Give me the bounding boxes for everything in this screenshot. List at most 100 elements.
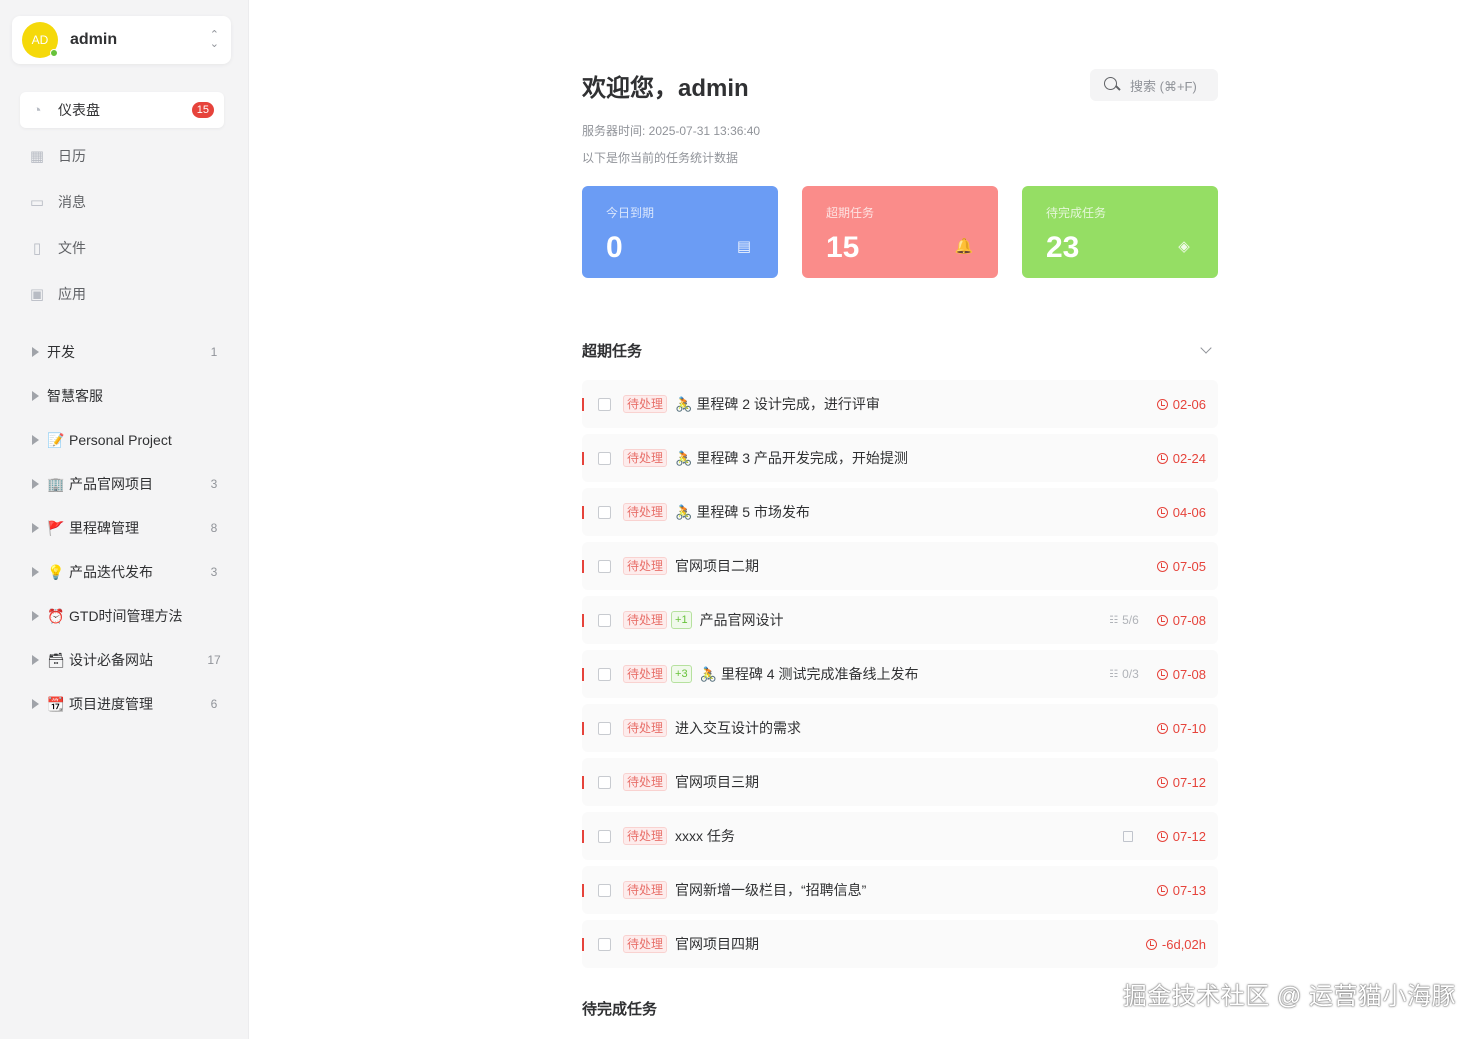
task-title[interactable]: xxxx 任务 [675, 826, 1123, 846]
search-button[interactable]: 搜索 (⌘+F) [1090, 69, 1218, 101]
apps-icon: ▣ [29, 286, 45, 303]
nav-item-0[interactable]: ◔ 仪表盘 15 [20, 92, 224, 128]
avatar: AD [22, 22, 58, 58]
project-item[interactable]: 🏢 产品官网项目 3 [28, 462, 224, 506]
task-title[interactable]: 🚴 里程碑 3 产品开发完成，开始提测 [675, 448, 1157, 468]
task-title[interactable]: 进入交互设计的需求 [675, 718, 1157, 738]
nav-item-3[interactable]: ▯ 文件 [20, 230, 224, 266]
task-title[interactable]: 🚴 里程碑 5 市场发布 [675, 502, 1157, 522]
status-tag: 待处理 [623, 881, 668, 899]
status-tag: 待处理 [623, 935, 668, 953]
avatar-initials: AD [31, 33, 49, 47]
caret-right-icon[interactable] [32, 479, 39, 489]
task-title[interactable]: 官网新增一级栏目，“招聘信息” [675, 880, 1157, 900]
task-row[interactable]: 待处理 进入交互设计的需求 07-10 [582, 704, 1218, 752]
task-row[interactable]: 待处理 🚴 里程碑 5 市场发布 04-06 [582, 488, 1218, 536]
task-checkbox[interactable] [598, 667, 611, 681]
task-row[interactable]: 待处理 官网项目二期 07-05 [582, 542, 1218, 590]
task-checkbox[interactable] [598, 451, 611, 465]
task-row[interactable]: 待处理 🚴 里程碑 3 产品开发完成，开始提测 02-24 [582, 434, 1218, 482]
stat-card[interactable]: 超期任务 15 🔔 [802, 186, 998, 278]
priority-marker [582, 721, 584, 735]
task-row[interactable]: 待处理 +3 🚴 里程碑 4 测试完成准备线上发布 ☷ 0/3 07-08 [582, 650, 1218, 698]
project-item[interactable]: 🚩 里程碑管理 8 [28, 506, 224, 550]
clock-icon [1156, 398, 1168, 410]
dashboard-main: 欢迎您，admin 搜索 (⌘+F) 服务器时间: 2025-07-31 13:… [582, 68, 1218, 1019]
task-row[interactable]: 待处理 🚴 里程碑 2 设计完成，进行评审 02-06 [582, 380, 1218, 428]
project-item[interactable]: 📝 Personal Project [28, 418, 224, 462]
layers-icon: ◈ [1178, 238, 1190, 255]
project-item[interactable]: 🗃 设计必备网站 17 [28, 638, 224, 682]
stat-card[interactable]: 今日到期 0 ▤ [582, 186, 778, 278]
project-emoji-icon: 📆 [47, 695, 65, 712]
task-checkbox[interactable] [598, 505, 611, 519]
project-label: 项目进度管理 [69, 696, 153, 712]
task-row[interactable]: 待处理 官网新增一级栏目，“招聘信息” 07-13 [582, 866, 1218, 914]
project-item[interactable]: 💡 产品迭代发布 3 [28, 550, 224, 594]
project-item[interactable]: 开发 1 [28, 330, 224, 374]
priority-marker [582, 559, 584, 573]
task-title-text: 里程碑 5 市场发布 [696, 504, 810, 520]
due-date: 07-05 [1156, 559, 1206, 574]
project-item[interactable]: 智慧客服 [28, 374, 224, 418]
project-label: 智慧客服 [47, 388, 103, 404]
subtask-icon: ☷ [1109, 614, 1119, 626]
task-row[interactable]: 待处理 +1 产品官网设计 ☷ 5/6 07-08 [582, 596, 1218, 644]
nav-item-4[interactable]: ▣ 应用 [20, 276, 224, 312]
overdue-section-title: 超期任务 [582, 342, 643, 360]
project-item[interactable]: 📆 项目进度管理 6 [28, 682, 224, 726]
due-date-text: 07-08 [1172, 666, 1206, 682]
task-title[interactable]: 官网项目四期 [675, 934, 1146, 954]
priority-marker [582, 505, 584, 519]
task-row[interactable]: 待处理 官网项目三期 07-12 [582, 758, 1218, 806]
nav-item-label: 仪表盘 [58, 102, 100, 118]
task-checkbox[interactable] [598, 883, 611, 897]
nav-item-1[interactable]: ▦ 日历 [20, 138, 224, 174]
priority-marker [582, 397, 584, 411]
status-tag: 待处理 [623, 719, 668, 737]
task-title[interactable]: 🚴 里程碑 2 设计完成，进行评审 [675, 394, 1157, 414]
status-tag: 待处理 [623, 395, 668, 413]
caret-right-icon[interactable] [32, 655, 39, 665]
clock-icon [1156, 560, 1168, 572]
caret-right-icon[interactable] [32, 611, 39, 621]
task-checkbox[interactable] [598, 721, 611, 735]
overdue-section-header[interactable]: 超期任务 [582, 338, 1218, 362]
task-checkbox[interactable] [598, 559, 611, 573]
task-row[interactable]: 待处理 xxxx 任务 07-12 [582, 812, 1218, 860]
task-title[interactable]: 官网项目三期 [675, 772, 1157, 792]
clock-icon [1156, 452, 1168, 464]
task-title[interactable]: 🚴 里程碑 4 测试完成准备线上发布 [700, 664, 1110, 684]
stat-card[interactable]: 待完成任务 23 ◈ [1022, 186, 1218, 278]
caret-right-icon[interactable] [32, 347, 39, 357]
task-title-text: 里程碑 4 测试完成准备线上发布 [720, 666, 919, 682]
user-switcher[interactable]: AD admin ⌃ ⌄ [12, 16, 231, 64]
due-date-text: 07-12 [1172, 774, 1206, 790]
nav-item-2[interactable]: ▭ 消息 [20, 184, 224, 220]
caret-right-icon[interactable] [32, 391, 39, 401]
due-date: 07-08 [1156, 666, 1206, 682]
subtask-progress-text: 5/6 [1122, 613, 1139, 627]
task-checkbox[interactable] [598, 775, 611, 789]
user-name: admin [70, 31, 118, 48]
task-title[interactable]: 官网项目二期 [675, 556, 1157, 576]
task-row[interactable]: 待处理 官网项目四期 -6d,02h [582, 920, 1218, 968]
caret-right-icon[interactable] [32, 523, 39, 533]
due-date: 02-24 [1156, 451, 1206, 466]
task-title-text: 官网新增一级栏目，“招聘信息” [675, 882, 867, 898]
task-checkbox[interactable] [598, 829, 611, 843]
chevron-down-icon[interactable] [1200, 342, 1212, 354]
task-checkbox[interactable] [598, 937, 611, 951]
task-checkbox[interactable] [598, 613, 611, 627]
caret-right-icon[interactable] [32, 699, 39, 709]
project-emoji-icon: 🏢 [47, 475, 65, 492]
caret-right-icon[interactable] [32, 567, 39, 577]
project-item[interactable]: ⏰ GTD时间管理方法 [28, 594, 224, 638]
sidebar: AD admin ⌃ ⌄ ◔ 仪表盘 15 ▦ 日历 ▭ 消息 ▯ 文件 ▣ 应用 开发 1 智慧客服 📝 P… [0, 0, 249, 1039]
clock-icon [1156, 830, 1168, 842]
task-checkbox[interactable] [598, 397, 611, 411]
stat-card-value: 23 [1046, 231, 1080, 264]
caret-right-icon[interactable] [32, 435, 39, 445]
due-date-text: -6d,02h [1161, 936, 1206, 952]
task-title[interactable]: 产品官网设计 [700, 610, 1110, 630]
